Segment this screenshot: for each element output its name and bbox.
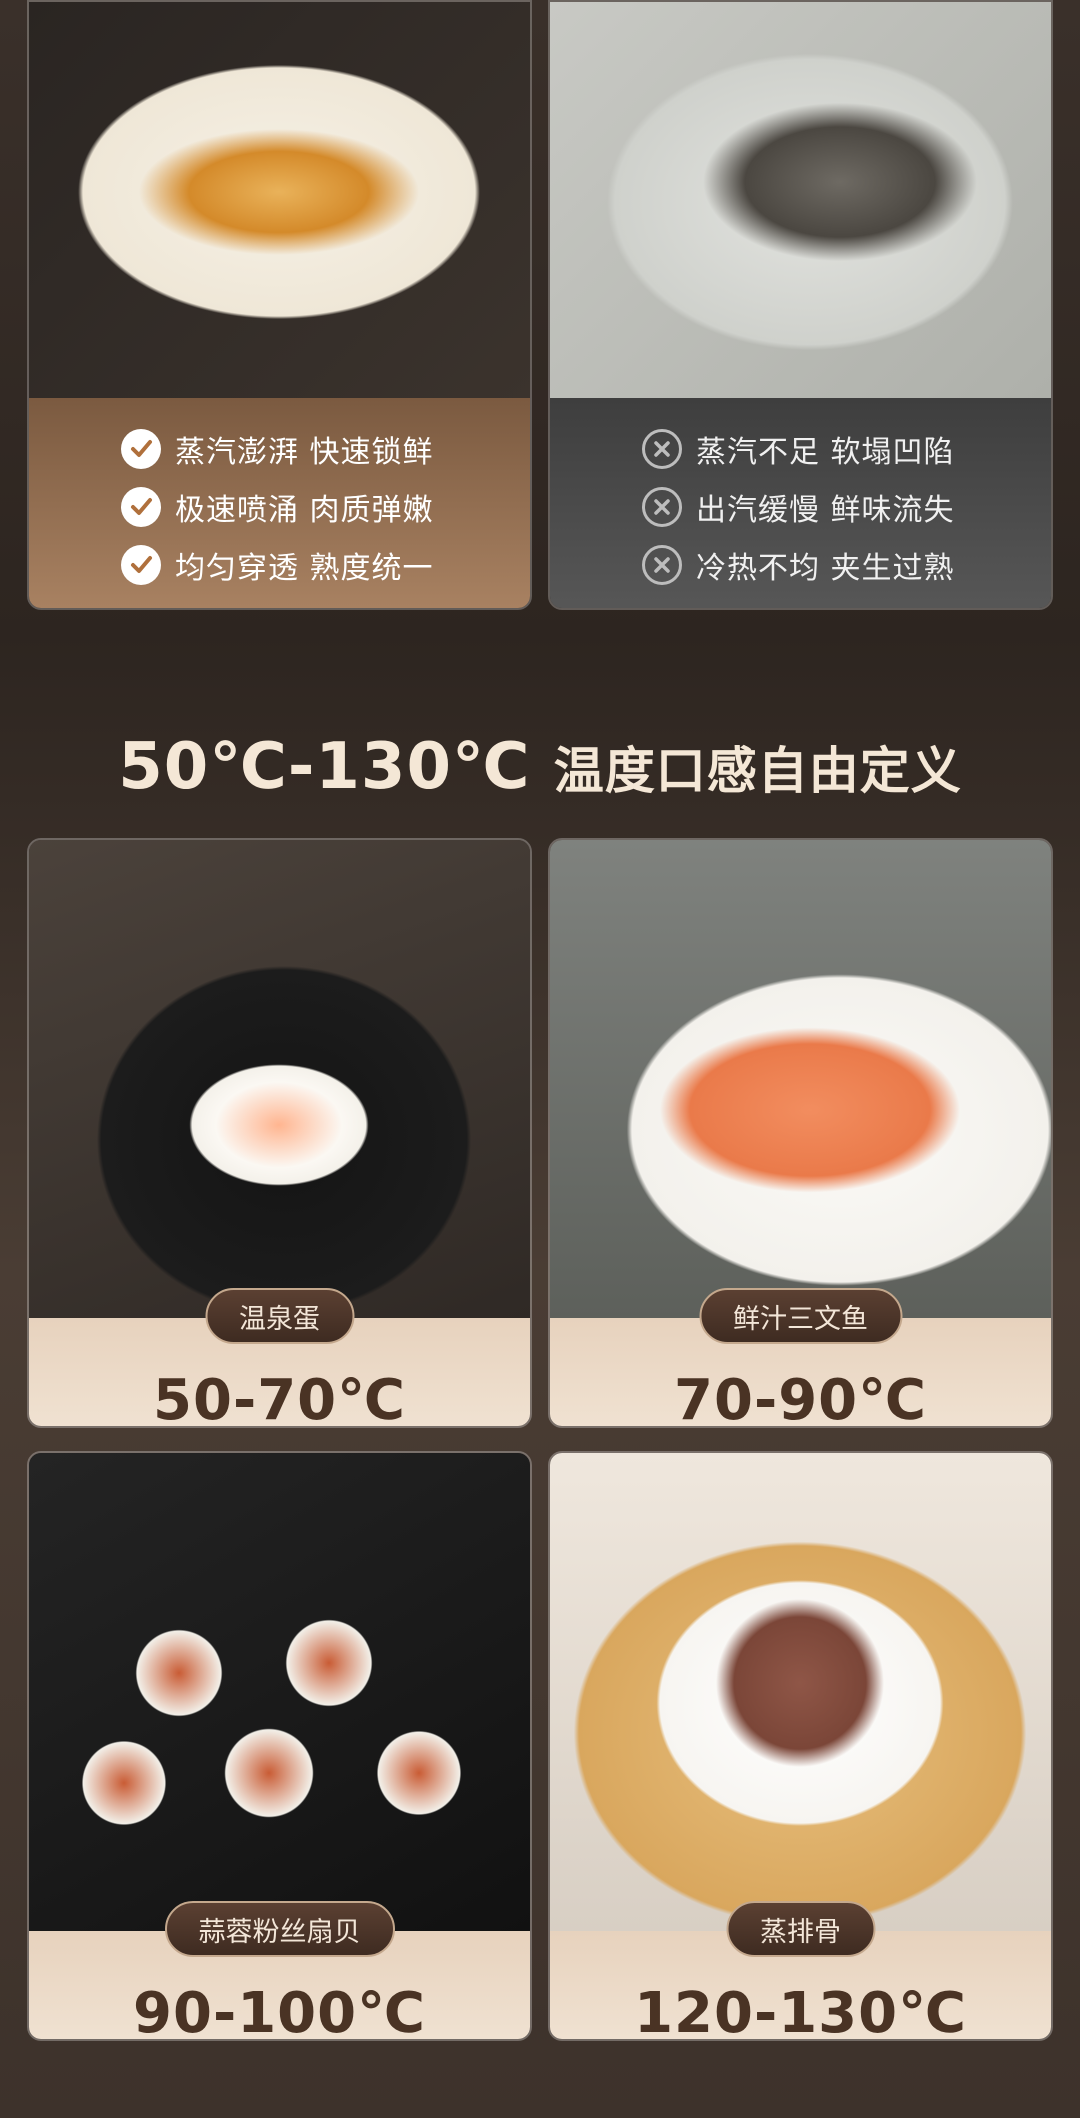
dish-name-badge: 蒸排骨 <box>726 1901 875 1957</box>
garlic-scallop-photo <box>29 1453 530 1931</box>
dish-name-badge: 蒜蓉粉丝扇贝 <box>164 1901 395 1957</box>
temp-range: 70-90℃ <box>674 1368 927 1428</box>
dish-card-spare-ribs: 120-130℃ 蒸排骨 <box>548 1451 1053 2041</box>
dish-name-badge: 温泉蛋 <box>205 1288 354 1344</box>
benefit-item: 蒸汽澎湃 快速锁鲜 <box>29 420 530 478</box>
benefit-item: 均匀穿透 熟度统一 <box>29 536 530 594</box>
drawback-text: 出汽缓慢 鲜味流失 <box>696 493 955 528</box>
steamed-fish-poor-photo <box>550 2 1051 398</box>
headline-text: 温度口感自由定义 <box>553 742 962 800</box>
drawback-item: 蒸汽不足 软塌凹陷 <box>550 420 1051 478</box>
temp-range: 50-70℃ <box>153 1368 406 1428</box>
drawback-item: 冷热不均 夹生过熟 <box>550 536 1051 594</box>
temp-range: 90-100℃ <box>133 1981 426 2041</box>
temperature-range: 50℃-130℃ <box>118 730 531 804</box>
dish-card-salmon: 70-90℃ 鲜汁三文鱼 <box>548 838 1053 1428</box>
drawback-text: 冷热不均 夹生过熟 <box>696 551 955 586</box>
good-steam-benefits: 蒸汽澎湃 快速锁鲜 极速喷涌 肉质弹嫩 均匀穿透 熟度统一 <box>29 398 530 608</box>
bad-steam-card: 蒸汽不足 软塌凹陷 出汽缓慢 鲜味流失 冷热不均 夹生过熟 <box>548 0 1053 610</box>
temp-range: 120-130℃ <box>634 1981 967 2041</box>
drawback-text: 蒸汽不足 软塌凹陷 <box>696 435 955 470</box>
dish-card-onsen-egg: 50-70℃ 温泉蛋 <box>27 838 532 1428</box>
x-circle-icon <box>642 487 682 527</box>
benefit-item: 极速喷涌 肉质弹嫩 <box>29 478 530 536</box>
dish-card-scallop: 90-100℃ 蒜蓉粉丝扇贝 <box>27 1451 532 2041</box>
good-steam-card: 蒸汽澎湃 快速锁鲜 极速喷涌 肉质弹嫩 均匀穿透 熟度统一 <box>27 0 532 610</box>
steamed-ribs-photo <box>550 1453 1051 1931</box>
benefit-text: 极速喷涌 肉质弹嫩 <box>175 493 434 528</box>
temperature-headline: 50℃-130℃ 温度口感自由定义 <box>0 730 1080 804</box>
steam-comparison: 蒸汽澎湃 快速锁鲜 极速喷涌 肉质弹嫩 均匀穿透 熟度统一 蒸汽不足 软塌凹陷 … <box>0 0 1080 640</box>
check-circle-icon <box>121 487 161 527</box>
drawback-item: 出汽缓慢 鲜味流失 <box>550 478 1051 536</box>
benefit-text: 均匀穿透 熟度统一 <box>175 551 434 586</box>
onsen-egg-photo <box>29 840 530 1318</box>
dish-name-badge: 鲜汁三文鱼 <box>699 1288 902 1344</box>
bad-steam-drawbacks: 蒸汽不足 软塌凹陷 出汽缓慢 鲜味流失 冷热不均 夹生过熟 <box>550 398 1051 608</box>
steamed-yellow-croaker-photo <box>29 2 530 398</box>
benefit-text: 蒸汽澎湃 快速锁鲜 <box>175 435 434 470</box>
check-circle-icon <box>121 545 161 585</box>
x-circle-icon <box>642 429 682 469</box>
x-circle-icon <box>642 545 682 585</box>
salmon-photo <box>550 840 1051 1318</box>
check-circle-icon <box>121 429 161 469</box>
